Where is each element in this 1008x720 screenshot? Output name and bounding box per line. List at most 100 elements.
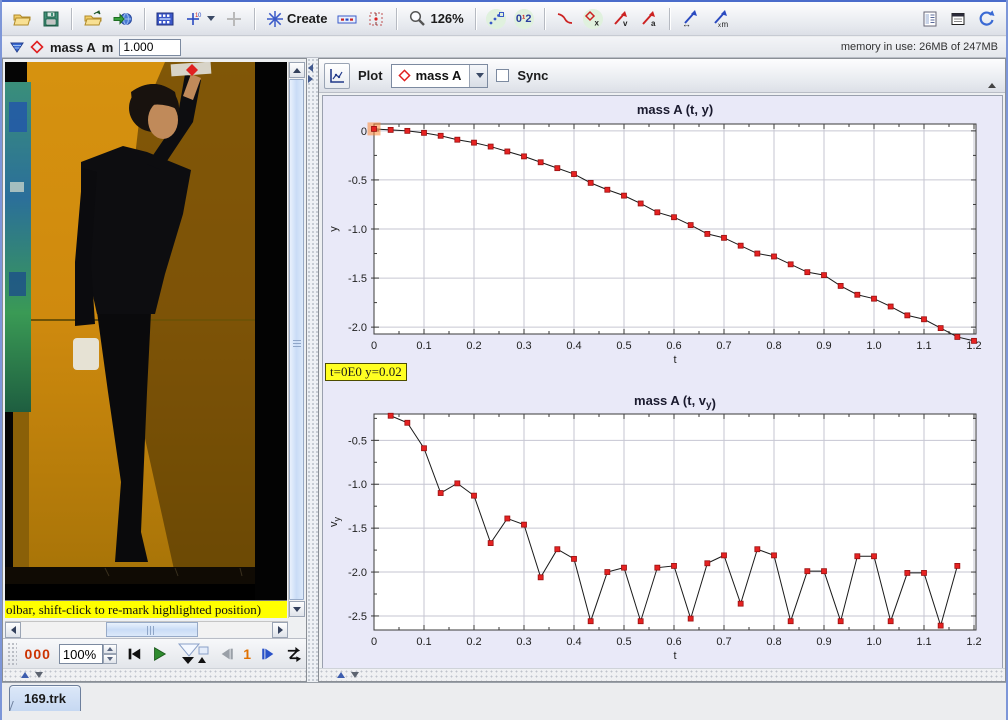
splitter-arrows[interactable] [308, 64, 316, 84]
plot-toolbar: Plot mass A Sync [319, 59, 1005, 93]
file-tab-label: 169.trk [24, 691, 66, 706]
track-menu-triangle-icon[interactable] [10, 41, 24, 54]
step-numbers-toggle-button[interactable]: 0¹2 [511, 6, 537, 32]
expand-up-icon[interactable] [21, 672, 29, 678]
arrow-down-icon [293, 607, 301, 612]
expand-down-icon[interactable] [351, 672, 359, 678]
scroll-down-button[interactable] [289, 601, 305, 617]
calibration-button[interactable]: 10 [180, 6, 219, 32]
main-toolbar: 10 Create 126% 0¹2 [2, 2, 1006, 36]
track-bar: mass A m memory in use: 26MB of 247MB [2, 37, 1006, 58]
zoom-increase-button[interactable] [103, 644, 117, 654]
window-icon [949, 10, 967, 28]
accelerations-button[interactable]: a [636, 6, 662, 32]
scroll-right-button[interactable] [272, 622, 288, 638]
svg-text:0.8: 0.8 [766, 636, 781, 648]
video-vertical-scrollbar[interactable] [288, 62, 304, 618]
player-drag-handle[interactable] [7, 642, 17, 666]
toolbar-separator [71, 8, 72, 30]
collapse-right-icon [308, 75, 313, 83]
track-control-button[interactable] [333, 6, 361, 32]
loop-icon [285, 646, 302, 663]
create-asterisk-icon [266, 10, 284, 28]
mass-value-input[interactable] [119, 39, 181, 56]
plot-y-vs-t[interactable]: 00.10.20.30.40.50.60.70.80.91.01.11.20-0… [324, 98, 1000, 388]
desktop-window-button[interactable] [945, 6, 971, 32]
panel-collapse-button[interactable] [988, 69, 996, 83]
vector-stretch-button[interactable]: ↔ [677, 6, 705, 32]
plot-vy-vs-t[interactable]: 00.10.20.30.40.50.60.70.80.91.01.11.2-0.… [324, 390, 1000, 668]
com-vectors-button[interactable]: xm [707, 6, 735, 32]
svg-text:0: 0 [371, 340, 377, 352]
scroll-left-button[interactable] [5, 622, 21, 638]
plot-icon [328, 67, 346, 85]
positions-letter: x [594, 18, 599, 27]
frame-slider[interactable] [176, 642, 210, 666]
step-forward-button[interactable] [259, 642, 276, 666]
dropdown-arrow-button[interactable] [469, 65, 487, 87]
step-forward-icon [260, 646, 276, 662]
positions-toggle-button[interactable]: x [580, 6, 606, 32]
video-table-divider[interactable] [3, 668, 306, 681]
file-tab[interactable]: 169.trk [9, 685, 81, 711]
save-button[interactable] [38, 6, 64, 32]
toolbar-separator [475, 8, 476, 30]
svg-text:0.1: 0.1 [416, 636, 431, 648]
arrow-up-icon [293, 68, 301, 73]
svg-text:0.5: 0.5 [616, 636, 631, 648]
create-button[interactable]: Create [262, 6, 331, 32]
sync-checkbox[interactable] [496, 69, 509, 82]
svg-text:-0.5: -0.5 [348, 175, 367, 187]
notes-button[interactable] [917, 6, 943, 32]
track-diamond-icon[interactable] [30, 40, 44, 54]
scroll-up-button[interactable] [289, 62, 305, 78]
magnifier-icon [408, 9, 427, 28]
reset-button[interactable] [125, 642, 142, 666]
step-back-icon [219, 646, 235, 662]
plots-button[interactable] [324, 63, 350, 89]
plot-table-divider[interactable] [319, 668, 1005, 681]
play-button[interactable] [150, 642, 167, 666]
video-zoom-input[interactable] [59, 644, 103, 664]
svg-text:0.7: 0.7 [716, 636, 731, 648]
vertical-scroll-thumb[interactable] [289, 79, 304, 600]
trails-button[interactable] [552, 6, 578, 32]
svg-text:t: t [673, 650, 676, 662]
axes-icon [225, 10, 243, 28]
autotracker-button[interactable] [363, 6, 389, 32]
video-frame[interactable] [5, 62, 287, 600]
autotracker-icon [367, 10, 385, 28]
expand-down-icon[interactable] [35, 672, 43, 678]
step-numbers-icon: 0¹2 [516, 13, 532, 25]
points-toggle-button[interactable] [483, 6, 509, 32]
horizontal-scroll-thumb[interactable] [106, 622, 198, 637]
clip-settings-button[interactable] [152, 6, 178, 32]
refresh-icon [977, 9, 996, 28]
svg-text:-1.5: -1.5 [348, 523, 367, 535]
video-horizontal-scrollbar[interactable] [5, 621, 288, 637]
memory-status: memory in use: 26MB of 247MB [841, 41, 998, 53]
svg-text:0.6: 0.6 [666, 636, 681, 648]
open-library-button[interactable] [79, 6, 107, 32]
panel-splitter[interactable] [307, 58, 318, 682]
svg-text:-0.5: -0.5 [348, 435, 367, 447]
svg-text:vy: vy [328, 517, 342, 528]
refresh-button[interactable] [973, 6, 1000, 32]
expand-up-icon[interactable] [337, 672, 345, 678]
svg-text:0.5: 0.5 [616, 340, 631, 352]
svg-text:0.2: 0.2 [466, 340, 481, 352]
step-size-label[interactable]: 1 [243, 646, 251, 662]
open-button[interactable] [8, 6, 36, 32]
zoom-button[interactable]: 126% [404, 6, 467, 32]
svg-text:-1.5: -1.5 [348, 273, 367, 285]
track-selector-dropdown[interactable]: mass A [391, 64, 489, 88]
step-back-button[interactable] [218, 642, 235, 666]
track-name-label[interactable]: mass A [50, 40, 96, 55]
stretch-arrow-icon: ↔ [681, 10, 701, 28]
export-button[interactable] [109, 6, 137, 32]
svg-text:0: 0 [371, 636, 377, 648]
zoom-decrease-button[interactable] [103, 654, 117, 664]
velocities-button[interactable]: v [608, 6, 634, 32]
axes-button[interactable] [221, 6, 247, 32]
loop-button[interactable] [285, 642, 302, 666]
